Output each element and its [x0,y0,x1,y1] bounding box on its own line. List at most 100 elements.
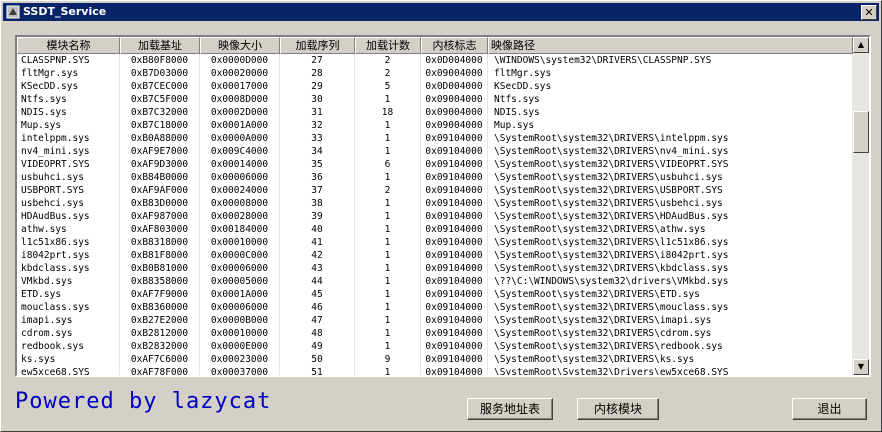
cell-kernel-flags: 0x09104000 [421,340,488,353]
table-row[interactable]: l1c51x86.sys 0xB8318000 0x00010000 41 1 0x091… [17,236,853,249]
service-table-button[interactable]: 服务地址表 [467,398,553,420]
table-row[interactable]: usbehci.sys 0xB83D0000 0x00008000 38 1 0x0910… [17,197,853,210]
cell-image-size: 0x00006000 [200,171,280,184]
table-row[interactable]: KSecDD.sys 0xB7CEC000 0x00017000 29 5 0x0D004… [17,80,853,93]
table-row[interactable]: ew5xce68.SYS 0xAF78F000 0x00037000 51 1 0x091… [17,366,853,375]
scroll-thumb[interactable] [853,111,869,153]
cell-load-count: 5 [355,80,421,93]
cell-load-order: 30 [280,93,355,106]
table-row[interactable]: USBPORT.SYS 0xAF9AF000 0x00024000 37 2 0x0910… [17,184,853,197]
cell-load-order: 37 [280,184,355,197]
cell-image-size: 0x00010000 [200,236,280,249]
cell-load-base: 0xAF9D3000 [120,158,200,171]
cell-image-path: \??\C:\WINDOWS\system32\drivers\VMkbd.sy… [488,275,853,288]
cell-image-size: 0x0001A000 [200,119,280,132]
cell-load-count: 2 [355,184,421,197]
cell-load-count: 1 [355,145,421,158]
table-row[interactable]: Ntfs.sys 0xB7C5F000 0x0008D000 30 1 0x0900400… [17,93,853,106]
cell-image-path: \SystemRoot\system32\DRIVERS\i8042prt.sy… [488,249,853,262]
column-header-load-count[interactable]: 加载计数 [355,37,421,54]
cell-load-count: 1 [355,314,421,327]
close-button[interactable]: ✕ [861,5,877,20]
cell-image-size: 0x00010000 [200,327,280,340]
cell-image-path: \SystemRoot\system32\DRIVERS\l1c51x86.sy… [488,236,853,249]
cell-image-path: \SystemRoot\system32\DRIVERS\nv4_mini.sy… [488,145,853,158]
cell-load-base: 0xB7CEC000 [120,80,200,93]
cell-kernel-flags: 0x09104000 [421,184,488,197]
table-row[interactable]: redbook.sys 0xB2832000 0x0000E000 49 1 0x0910… [17,340,853,353]
table-row[interactable]: mouclass.sys 0xB8360000 0x00006000 46 1 0x091… [17,301,853,314]
table-row[interactable]: ks.sys 0xAF7C6000 0x00023000 50 9 0x09104000 \… [17,353,853,366]
cell-module-name: USBPORT.SYS [17,184,120,197]
table-row[interactable]: ETD.sys 0xAF7F9000 0x0001A000 45 1 0x09104000… [17,288,853,301]
cell-load-base: 0xB8318000 [120,236,200,249]
cell-load-order: 35 [280,158,355,171]
column-header-load-order[interactable]: 加载序列 [280,37,355,54]
app-icon [6,5,20,19]
cell-module-name: usbehci.sys [17,197,120,210]
kernel-module-button[interactable]: 内核模块 [577,398,659,420]
table-row[interactable]: VMkbd.sys 0xB8358000 0x00005000 44 1 0x091040… [17,275,853,288]
cell-load-base: 0xAF9AF000 [120,184,200,197]
cell-module-name: CLASSPNP.SYS [17,54,120,67]
cell-kernel-flags: 0x0D004000 [421,54,488,67]
title-bar[interactable]: SSDT_Service ✕ [3,3,879,21]
cell-kernel-flags: 0x09104000 [421,210,488,223]
table-row[interactable]: imapi.sys 0xB27E2000 0x0000B000 47 1 0x091040… [17,314,853,327]
cell-kernel-flags: 0x09104000 [421,301,488,314]
cell-load-order: 50 [280,353,355,366]
table-row[interactable]: CLASSPNP.SYS 0xB80F8000 0x0000D000 27 2 0x0D0… [17,54,853,67]
table-row[interactable]: athw.sys 0xAF803000 0x00184000 40 1 0x0910400… [17,223,853,236]
vertical-scrollbar[interactable]: ▲ ▼ [853,37,869,375]
column-header-image-path[interactable]: 映像路径 [488,37,853,54]
table-row[interactable]: i8042prt.sys 0xB81F8000 0x0000C000 42 1 0x091… [17,249,853,262]
scroll-up-button[interactable]: ▲ [853,37,869,53]
cell-load-base: 0xB2812000 [120,327,200,340]
cell-load-base: 0xB84B0000 [120,171,200,184]
cell-image-path: \SystemRoot\system32\DRIVERS\ks.sys [488,353,853,366]
cell-image-path: fltMgr.sys [488,67,853,80]
cell-image-size: 0x00008000 [200,197,280,210]
column-header-kernel-flags[interactable]: 内核标志 [421,37,488,54]
cell-kernel-flags: 0x09104000 [421,288,488,301]
cell-image-path: Ntfs.sys [488,93,853,106]
table-row[interactable]: intelppm.sys 0xB0A88000 0x0000A000 33 1 0x091… [17,132,853,145]
cell-load-order: 28 [280,67,355,80]
table-row[interactable]: HDAudBus.sys 0xAF987000 0x00028000 39 1 0x091… [17,210,853,223]
table-row[interactable]: Mup.sys 0xB7C18000 0x0001A000 32 1 0x09004000… [17,119,853,132]
cell-kernel-flags: 0x09004000 [421,106,488,119]
cell-kernel-flags: 0x09104000 [421,314,488,327]
cell-image-path: \SystemRoot\system32\DRIVERS\imapi.sys [488,314,853,327]
main-window: SSDT_Service ✕ 模块名称 加载基址 映像大小 加载序列 加载计数 … [0,0,882,432]
cell-load-base: 0xAF7C6000 [120,353,200,366]
cell-kernel-flags: 0x09104000 [421,223,488,236]
cell-load-base: 0xB83D0000 [120,197,200,210]
cell-image-path: \SystemRoot\system32\DRIVERS\VIDEOPRT.SY… [488,158,853,171]
cell-module-name: redbook.sys [17,340,120,353]
table-row[interactable]: kbdclass.sys 0xB0B81000 0x00006000 43 1 0x091… [17,262,853,275]
table-row[interactable]: cdrom.sys 0xB2812000 0x00010000 48 1 0x091040… [17,327,853,340]
scroll-down-button[interactable]: ▼ [853,359,869,375]
table-row[interactable]: nv4_mini.sys 0xAF9E7000 0x009C4000 34 1 0x091… [17,145,853,158]
cell-image-path: \SystemRoot\system32\DRIVERS\usbuhci.sys [488,171,853,184]
cell-kernel-flags: 0x09104000 [421,327,488,340]
cell-load-order: 40 [280,223,355,236]
cell-load-order: 41 [280,236,355,249]
table-row[interactable]: usbuhci.sys 0xB84B0000 0x00006000 36 1 0x0910… [17,171,853,184]
cell-kernel-flags: 0x09104000 [421,171,488,184]
cell-image-path: \SystemRoot\system32\DRIVERS\ETD.sys [488,288,853,301]
exit-button[interactable]: 退出 [792,398,867,420]
cell-kernel-flags: 0x09104000 [421,132,488,145]
table-row[interactable]: VIDEOPRT.SYS 0xAF9D3000 0x00014000 35 6 0x091… [17,158,853,171]
module-list[interactable]: 模块名称 加载基址 映像大小 加载序列 加载计数 内核标志 映像路径 CLASS… [15,35,871,377]
column-header-module-name[interactable]: 模块名称 [17,37,120,54]
cell-load-count: 2 [355,54,421,67]
column-header-load-base[interactable]: 加载基址 [120,37,200,54]
column-header-image-size[interactable]: 映像大小 [200,37,280,54]
cell-load-base: 0xAF803000 [120,223,200,236]
cell-module-name: usbuhci.sys [17,171,120,184]
table-row[interactable]: fltMgr.sys 0xB7D03000 0x00020000 28 2 0x09004… [17,67,853,80]
cell-module-name: fltMgr.sys [17,67,120,80]
cell-load-count: 2 [355,67,421,80]
table-row[interactable]: NDIS.sys 0xB7C32000 0x0002D000 31 18 0x090040… [17,106,853,119]
